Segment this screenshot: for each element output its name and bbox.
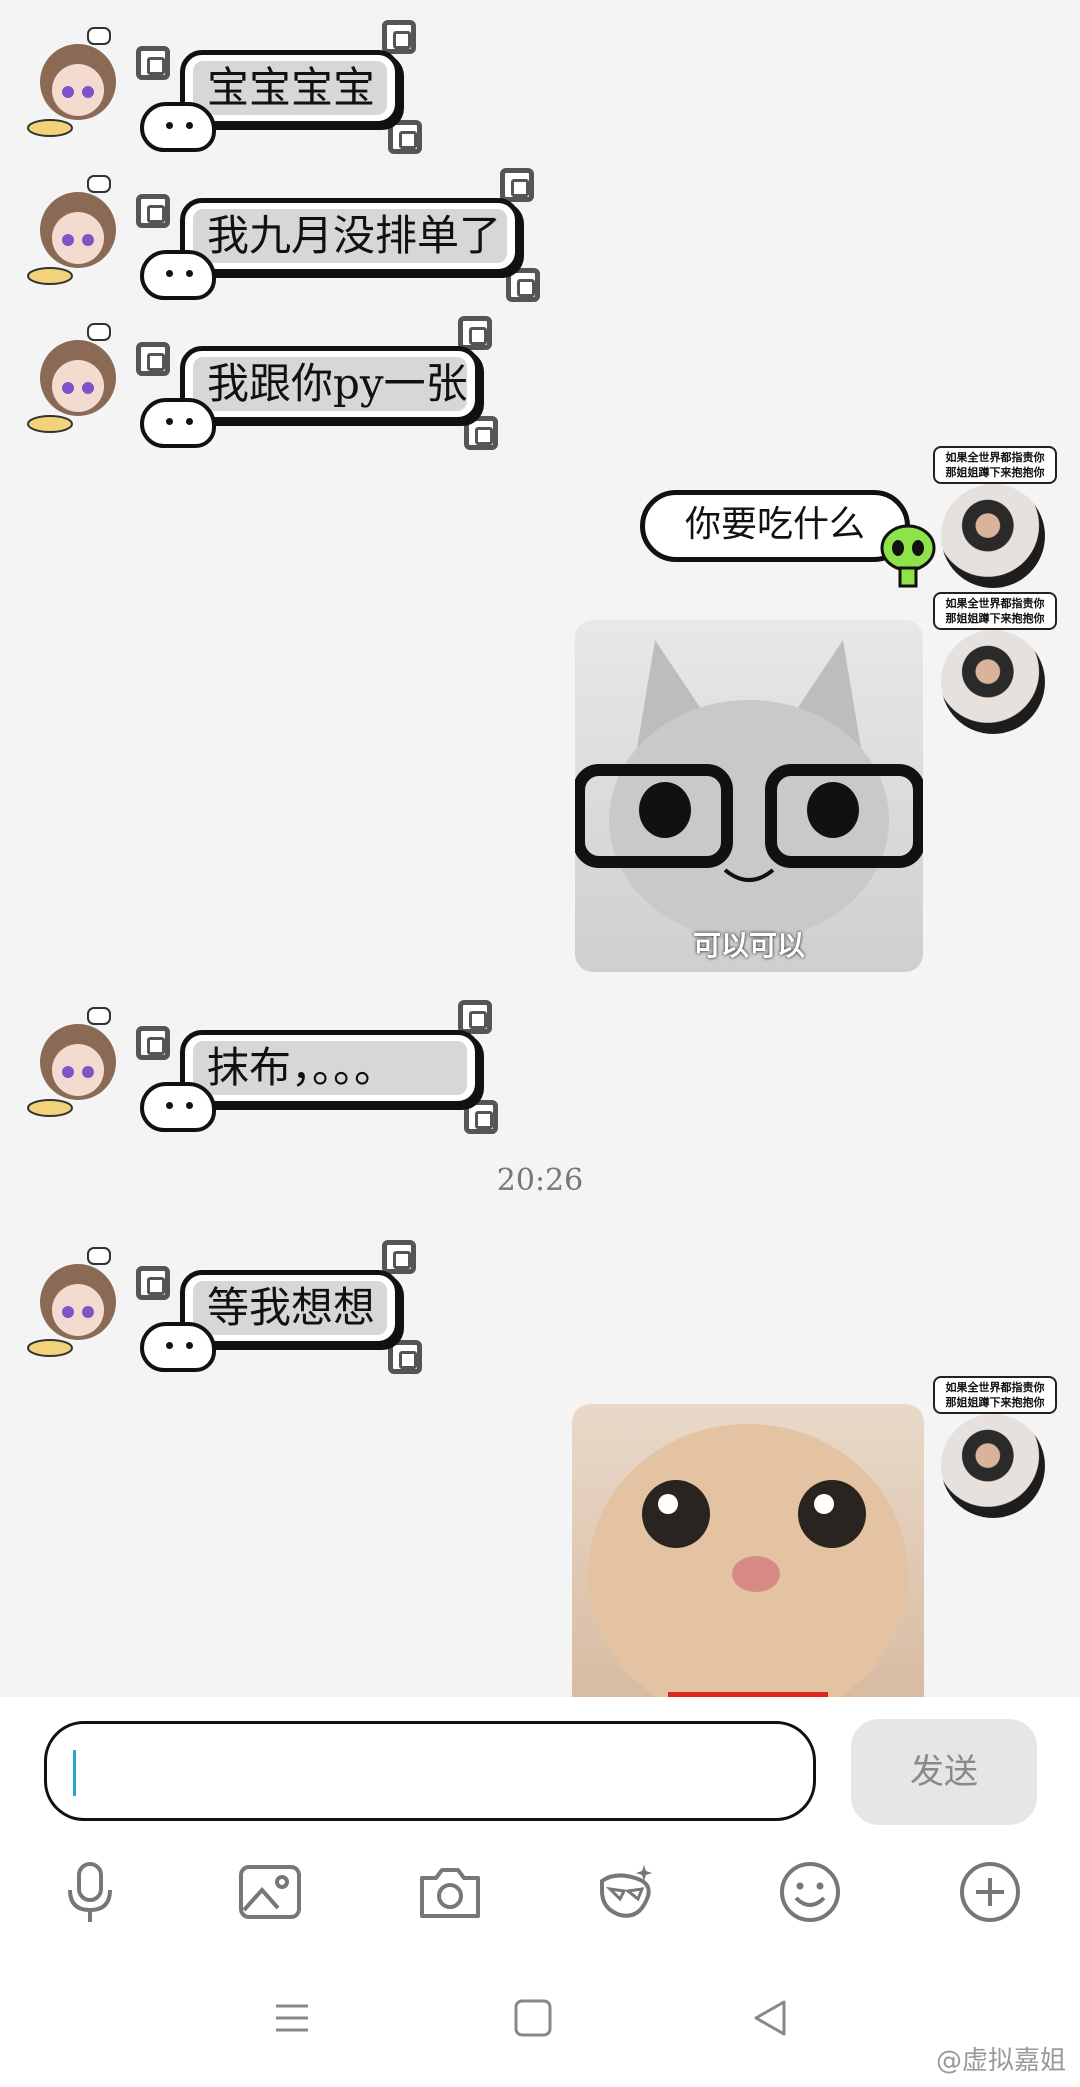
message-bubble[interactable]: 宝宝宝宝	[180, 50, 400, 126]
avatar-caption: 如果全世界都指责你 那姐姐蹲下来抱抱你	[933, 446, 1057, 484]
message-incoming[interactable]: 我九月没排单了	[0, 158, 600, 302]
avatar[interactable]	[20, 1240, 140, 1360]
avatar[interactable]	[20, 168, 140, 288]
emoji-icon[interactable]	[770, 1852, 850, 1932]
avatar-caption: 如果全世界都指责你 那姐姐蹲下来抱抱你	[933, 592, 1057, 630]
sticker-image[interactable]	[572, 1404, 924, 1697]
avatar[interactable]	[20, 316, 140, 436]
glasses-cat-icon	[575, 640, 923, 940]
chat-area[interactable]: 宝宝宝宝 我九月没排单了 我跟你py一张 如果全世界都指责你 那姐姐蹲下来抱抱你…	[0, 0, 1080, 1697]
message-text: 等我想想	[193, 1281, 387, 1335]
message-bubble[interactable]: 我跟你py一张	[180, 346, 480, 422]
cloud-sticker-icon	[140, 102, 216, 152]
watermark: @虚拟嘉姐	[935, 2046, 1066, 2076]
avatar[interactable]	[20, 1000, 140, 1120]
message-text: 抹布，。。。	[193, 1041, 467, 1095]
image-icon[interactable]	[230, 1852, 310, 1932]
message-bubble-outgoing[interactable]: 你要吃什么	[640, 490, 910, 562]
message-incoming[interactable]: 等我想想	[0, 1230, 600, 1374]
sticker-caption: 可以可以	[692, 929, 805, 962]
cloud-sticker-icon	[140, 250, 216, 300]
plus-icon[interactable]	[950, 1852, 1030, 1932]
avatar-caption: 如果全世界都指责你 那姐姐蹲下来抱抱你	[933, 1376, 1057, 1414]
timestamp: 20:26	[496, 1163, 584, 1198]
back-icon[interactable]	[740, 1988, 800, 2048]
avatar[interactable]	[20, 20, 140, 140]
cloud-sticker-icon	[140, 1322, 216, 1372]
message-incoming[interactable]: 宝宝宝宝	[0, 10, 600, 154]
kitten-photo-icon	[588, 1424, 908, 1697]
sticker-image[interactable]: 可以可以	[575, 620, 923, 972]
message-text: 我跟你py一张	[193, 357, 468, 411]
message-incoming[interactable]: 抹布，。。。	[0, 990, 600, 1134]
message-input[interactable]	[44, 1721, 816, 1821]
cloud-sticker-icon	[140, 398, 216, 448]
message-bubble[interactable]: 我九月没排单了	[180, 198, 520, 274]
sticker-icon[interactable]	[588, 1852, 668, 1932]
my-avatar[interactable]: 如果全世界都指责你 那姐姐蹲下来抱抱你	[933, 446, 1057, 588]
camera-icon[interactable]	[410, 1852, 490, 1932]
message-bubble[interactable]: 抹布，。。。	[180, 1030, 480, 1106]
send-button[interactable]: 发送	[851, 1719, 1037, 1825]
avatar-photo	[941, 1414, 1045, 1518]
text-caret	[73, 1750, 76, 1796]
cloud-sticker-icon	[140, 1082, 216, 1132]
message-incoming[interactable]: 我跟你py一张	[0, 306, 600, 450]
avatar-photo	[941, 630, 1045, 734]
my-avatar[interactable]: 如果全世界都指责你 那姐姐蹲下来抱抱你	[933, 592, 1057, 734]
message-bubble[interactable]: 等我想想	[180, 1270, 400, 1346]
toolbar	[0, 1852, 1080, 1932]
message-text: 宝宝宝宝	[193, 61, 387, 115]
alien-sticker-icon	[880, 524, 936, 588]
menu-icon[interactable]	[262, 1988, 322, 2048]
system-nav-bar	[0, 1960, 1080, 2087]
avatar-photo	[941, 484, 1045, 588]
mic-icon[interactable]	[50, 1852, 130, 1932]
home-icon[interactable]	[503, 1988, 563, 2048]
my-avatar[interactable]: 如果全世界都指责你 那姐姐蹲下来抱抱你	[933, 1376, 1057, 1518]
message-text: 我九月没排单了	[193, 209, 507, 263]
